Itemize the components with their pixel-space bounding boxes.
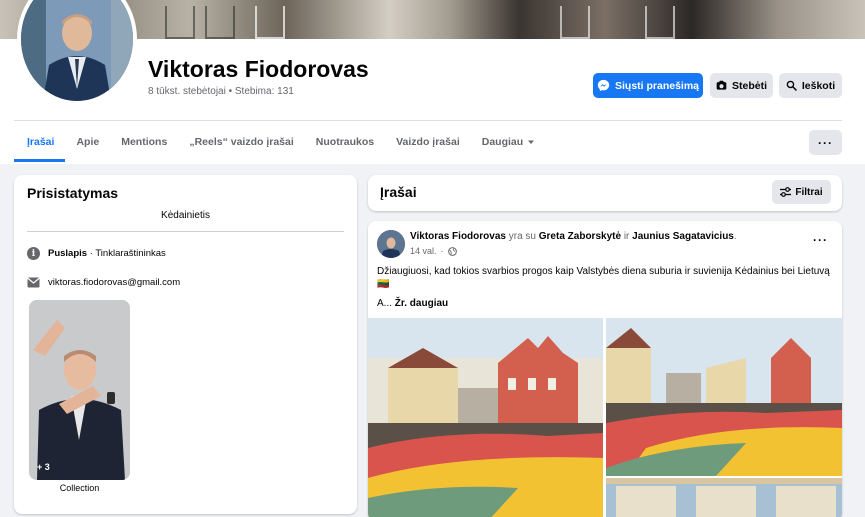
collection-label[interactable]: Collection xyxy=(29,483,130,493)
post-options-button[interactable]: ··· xyxy=(813,233,828,247)
tab-reels[interactable]: „Reels“ vaizdo įrašai xyxy=(178,122,304,162)
post-truncated-text: A... xyxy=(377,298,393,309)
post-see-more: A... Žr. daugiau xyxy=(377,298,448,309)
filter-icon xyxy=(780,187,792,197)
intro-card: Prisistatymas Kėdainietis i Puslapis · T… xyxy=(14,175,357,514)
post-text: Džiaugiuosi, kad tokios svarbios progos … xyxy=(377,266,830,290)
category-value: Tinklaraštininkas xyxy=(95,248,166,259)
follower-stats: 8 tūkst. stebėtojai • Stebima: 131 xyxy=(148,86,294,97)
time-separator: · xyxy=(440,246,444,256)
tab-mentions[interactable]: Mentions xyxy=(110,122,178,162)
profile-tabs: Įrašai Apie Mentions „Reels“ vaizdo įraš… xyxy=(14,122,546,162)
filters-label: Filtrai xyxy=(795,186,823,198)
search-icon xyxy=(786,80,797,91)
post-photo-3[interactable] xyxy=(606,478,842,517)
post-author-avatar[interactable] xyxy=(377,230,405,258)
collection-count: + 3 xyxy=(37,462,50,472)
email-row: viktoras.fiodorovas@gmail.com xyxy=(27,277,180,288)
post-photo-1[interactable] xyxy=(368,318,603,517)
caret-down-icon xyxy=(528,140,535,144)
intro-title: Prisistatymas xyxy=(27,185,119,201)
tab-videos[interactable]: Vaizdo įrašai xyxy=(385,122,471,162)
tab-more[interactable]: Daugiau xyxy=(471,122,546,162)
post-timestamp[interactable]: 14 val. xyxy=(410,246,437,256)
bio-divider xyxy=(27,231,344,232)
header-divider xyxy=(14,120,842,121)
post-time: 14 val. · xyxy=(410,246,457,256)
page-title: Viktoras Fiodorovas xyxy=(148,56,369,82)
category-label: Puslapis xyxy=(48,248,88,259)
tab-photos[interactable]: Nuotraukos xyxy=(305,122,385,162)
tagged-person-2[interactable]: Jaunius Sagatavicius xyxy=(632,231,734,242)
posts-title: Įrašai xyxy=(380,184,417,200)
and-text: ir xyxy=(623,231,630,242)
follow-label: Stebėti xyxy=(731,79,767,92)
search-label: Ieškoti xyxy=(801,79,836,92)
featured-collection[interactable] xyxy=(29,300,130,480)
followers-count[interactable]: 8 tūkst. stebėtojai xyxy=(148,86,226,97)
messenger-icon xyxy=(597,79,610,92)
email-link[interactable]: viktoras.fiodorovas@gmail.com xyxy=(48,277,180,288)
follow-button[interactable]: Stebėti xyxy=(710,73,773,98)
more-options-button[interactable]: ··· xyxy=(809,130,842,155)
globe-icon xyxy=(447,246,457,256)
send-message-button[interactable]: Siųsti pranešimą xyxy=(593,73,703,98)
send-message-label: Siųsti pranešimą xyxy=(614,79,700,92)
post-author-link[interactable]: Viktoras Fiodorovas xyxy=(410,231,506,242)
post-card: Viktoras Fiodorovas yra su Greta Zaborsk… xyxy=(368,221,842,517)
profile-avatar[interactable] xyxy=(17,0,137,105)
info-icon: i xyxy=(27,247,40,260)
follow-icon xyxy=(716,80,727,90)
page-category: i Puslapis · Tinklaraštininkas xyxy=(27,247,166,260)
post-header-line: Viktoras Fiodorovas yra su Greta Zaborsk… xyxy=(410,231,737,242)
tab-posts[interactable]: Įrašai xyxy=(14,122,66,162)
profile-header: Viktoras Fiodorovas 8 tūkst. stebėtojai … xyxy=(0,0,865,164)
following-count[interactable]: Stebima: 131 xyxy=(235,86,294,97)
see-more-link[interactable]: Žr. daugiau xyxy=(395,298,448,309)
tagged-person-1[interactable]: Greta Zaborskytė xyxy=(539,231,621,242)
search-button[interactable]: Ieškoti xyxy=(779,73,842,98)
with-text: yra su xyxy=(508,231,536,242)
envelope-icon xyxy=(27,277,40,288)
posts-header: Įrašai Filtrai xyxy=(368,175,842,211)
bio-text: Kėdainietis xyxy=(161,210,210,221)
tab-about[interactable]: Apie xyxy=(65,122,110,162)
filters-button[interactable]: Filtrai xyxy=(772,180,831,204)
sentence-period: . xyxy=(733,231,737,242)
post-photo-2[interactable] xyxy=(606,318,842,476)
